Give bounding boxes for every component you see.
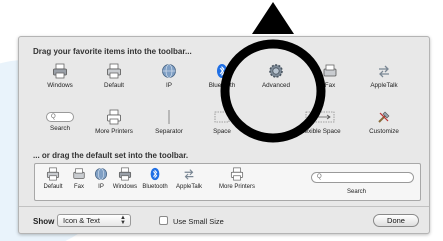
palette-item-customize[interactable]: Customize bbox=[359, 109, 409, 139]
palette-item-advanced[interactable]: Advanced bbox=[251, 63, 301, 93]
annotation-arrow-icon bbox=[252, 2, 294, 34]
done-button[interactable]: Done bbox=[373, 214, 419, 227]
palette-item-label: Space bbox=[213, 128, 231, 135]
flexible-space-icon bbox=[305, 111, 335, 123]
palette-item-ip[interactable]: IP bbox=[144, 63, 194, 93]
fax-icon bbox=[323, 64, 337, 77]
printer-icon bbox=[107, 63, 121, 79]
show-label: Show bbox=[33, 217, 55, 226]
globe-icon bbox=[162, 64, 176, 78]
gear-icon bbox=[269, 64, 283, 78]
palette-item-default[interactable]: Default bbox=[89, 63, 139, 93]
default-item: AppleTalk bbox=[173, 167, 205, 190]
palette-item-label: More Printers bbox=[95, 128, 133, 135]
drag-default-heading: ... or drag the default set into the too… bbox=[33, 151, 189, 160]
palette-item-label: Flexible Space bbox=[299, 128, 341, 135]
printer-icon bbox=[230, 167, 244, 181]
palette-item-windows[interactable]: Windows bbox=[35, 63, 85, 93]
printer-icon bbox=[46, 167, 60, 181]
printer-icon bbox=[107, 109, 121, 125]
default-item: More Printers bbox=[215, 167, 259, 190]
separator-icon bbox=[168, 110, 170, 124]
palette-item-label: IP bbox=[166, 82, 172, 89]
printer-icon bbox=[53, 63, 67, 79]
small-size-checkbox[interactable] bbox=[159, 216, 168, 225]
bottom-bar: Show Icon & Text ▲ ▼ Use Small Size Done bbox=[19, 207, 429, 233]
palette-item-label: AppleTalk bbox=[370, 82, 398, 89]
palette-item-label: Windows bbox=[47, 82, 73, 89]
select-arrows-icon: ▲ ▼ bbox=[120, 215, 126, 226]
space-icon bbox=[214, 111, 230, 123]
palette-item-more-printers[interactable]: More Printers bbox=[89, 109, 139, 139]
default-item: Windows bbox=[109, 167, 141, 190]
customize-toolbar-sheet: Drag your favorite items into the toolba… bbox=[18, 36, 430, 234]
default-search-label: Search bbox=[347, 189, 367, 195]
default-item-label: More Printers bbox=[218, 184, 255, 190]
default-item: Bluetooth bbox=[139, 167, 171, 190]
drag-items-heading: Drag your favorite items into the toolba… bbox=[33, 47, 192, 56]
bluetooth-icon bbox=[217, 64, 227, 78]
palette-item-label: Advanced bbox=[261, 82, 290, 89]
palette-item-separator[interactable]: Separator bbox=[144, 109, 194, 139]
palette-item-flexible-space[interactable]: Flexible Space bbox=[285, 109, 355, 139]
palette-item-label: Fax bbox=[324, 82, 336, 89]
fax-icon bbox=[73, 168, 85, 179]
palette-item-label: Bluetooth bbox=[208, 82, 236, 89]
appletalk-icon bbox=[184, 169, 194, 180]
printer-icon bbox=[118, 167, 132, 181]
default-set-bar[interactable]: Default Fax IP Windows Bluetooth AppleTa… bbox=[34, 163, 421, 201]
palette-item-label: Separator bbox=[155, 128, 183, 135]
default-search-field: Q bbox=[311, 172, 414, 183]
show-mode-value: Icon & Text bbox=[63, 216, 100, 225]
search-field-icon: Q bbox=[46, 112, 74, 122]
small-size-label: Use Small Size bbox=[173, 217, 224, 226]
palette-item-fax[interactable]: Fax bbox=[305, 63, 355, 93]
palette-item-label: Search bbox=[50, 125, 70, 132]
palette-item-appletalk[interactable]: AppleTalk bbox=[359, 63, 409, 93]
palette-item-bluetooth[interactable]: Bluetooth bbox=[197, 63, 247, 93]
customize-icon bbox=[378, 111, 390, 123]
palette-item-label: Customize bbox=[369, 128, 399, 135]
bluetooth-icon bbox=[150, 167, 160, 181]
palette-item-search[interactable]: Q Search bbox=[35, 109, 85, 139]
palette-item-label: Default bbox=[104, 82, 124, 89]
appletalk-icon bbox=[379, 65, 389, 78]
screenshot-stage: Drag your favorite items into the toolba… bbox=[0, 0, 443, 241]
default-item-label: Windows bbox=[112, 184, 138, 190]
default-item-label: AppleTalk bbox=[175, 184, 202, 190]
palette-item-space[interactable]: Space bbox=[197, 109, 247, 139]
show-mode-select[interactable]: Icon & Text ▲ ▼ bbox=[57, 214, 131, 227]
globe-icon bbox=[94, 167, 108, 181]
default-item-label: Bluetooth bbox=[142, 184, 168, 190]
